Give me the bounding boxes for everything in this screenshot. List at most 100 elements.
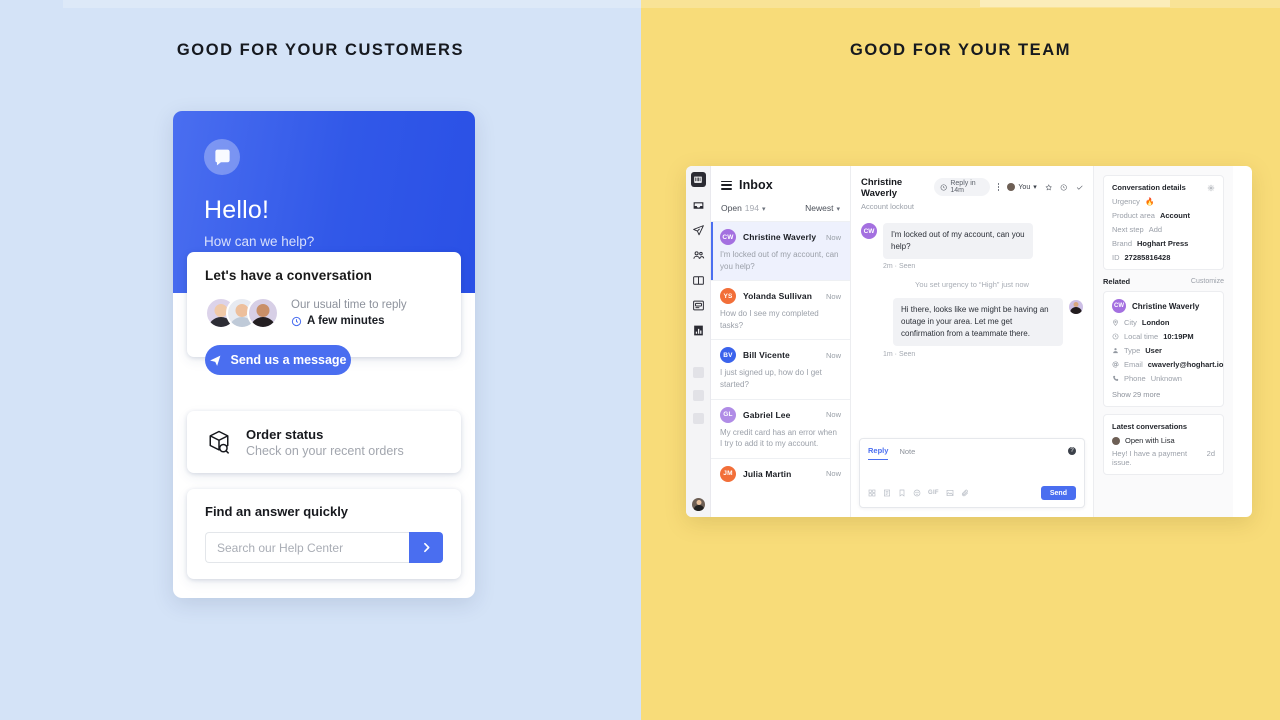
current-user-avatar[interactable] [692,498,705,511]
related-person[interactable]: CW Christine Waverly [1112,299,1215,313]
attribute-row[interactable]: Type User [1112,346,1215,355]
attribute-row[interactable]: Local time 10:19PM [1112,332,1215,341]
inbox-title: Inbox [739,178,773,192]
reply-composer: Reply Note ? GIF Send [859,438,1085,508]
list-item-header: CW Christine Waverly Now [720,229,841,245]
message-meta: 1m · Seen [883,351,916,358]
message-thread: CW I'm locked out of my account, can you… [851,219,1093,432]
image-icon[interactable] [946,489,954,497]
assignee-dropdown[interactable]: You ▾ [1007,183,1037,191]
attribute-key: Phone [1124,374,1146,383]
list-item[interactable]: YS Yolanda Sullivan Now How do I see my … [711,280,850,339]
tab-reply[interactable]: Reply [868,446,889,460]
latest-conversations-card: Latest conversations Open with Lisa Hey!… [1103,414,1224,475]
list-item[interactable]: JM Julia Martin Now [711,457,850,490]
detail-key: Brand [1112,239,1133,248]
list-item-header: GL Gabriel Lee Now [720,406,841,423]
package-search-icon [209,430,230,454]
list-item-time: Now [825,350,841,360]
article-icon[interactable] [883,489,891,497]
open-filter-label: Open [721,203,742,213]
detail-row[interactable]: ID 27285816428 [1112,253,1215,262]
rail-placeholder [692,390,704,401]
attribute-row[interactable]: Phone Unknown [1112,374,1215,383]
list-item[interactable]: GL Gabriel Lee Now My credit card has an… [711,398,850,458]
search-input[interactable] [205,532,409,563]
sla-badge: Reply in 14m [934,178,990,196]
inbox-icon[interactable] [692,199,705,212]
latest-conversation-title: Open with Lisa [1125,436,1175,445]
detail-key: Next step [1112,225,1144,234]
tab-note[interactable]: Note [899,447,915,460]
related-section: Related Customize CW Christine Waverly C… [1103,277,1224,407]
paper-plane-icon[interactable] [692,224,705,237]
send-button[interactable]: Send [1040,486,1076,500]
conversation-header: Christine Waverly Account lockout Reply … [851,166,1093,219]
sort-dropdown[interactable]: Newest ▾ [805,203,840,213]
book-icon[interactable] [692,274,705,287]
list-item-preview: How do I see my completed tasks? [720,309,819,330]
list-item-preview: My credit card has an error when I try t… [720,427,837,449]
conversation-list-panel: Inbox Open 194 ▾ Newest ▾ CW Christine Wave… [711,166,851,517]
people-icon[interactable] [692,249,705,262]
related-person-name: Christine Waverly [1132,301,1200,311]
order-status-card[interactable]: Order status Check on your recent orders [187,407,461,473]
detail-row[interactable]: Product area Account [1112,211,1215,220]
avatar: CW [861,223,877,239]
avatar [247,297,279,329]
avatar [1069,300,1083,314]
gif-icon[interactable]: GIF [928,490,939,496]
conversation-customer-name: Christine Waverly [861,177,903,199]
list-item[interactable]: CW Christine Waverly Now I'm locked out … [711,221,850,281]
order-status-subtitle: Check on your recent orders [246,443,404,458]
latest-conversation-item[interactable]: Open with Lisa [1112,436,1215,445]
attribute-value: Unknown [1150,374,1182,383]
snooze-clock-icon[interactable] [1060,183,1067,192]
attribute-value: London [1141,318,1170,327]
list-item-preview: I'm locked out of my account, can you he… [720,250,839,271]
message-bubble: Hi there, looks like we might be having … [893,298,1063,346]
app-logo-icon[interactable] [690,172,706,187]
attachment-icon[interactable] [961,489,969,497]
hamburger-icon[interactable] [721,180,732,190]
list-item-preview: I just signed up, how do I get started? [720,368,822,389]
detail-row[interactable]: Urgency 🔥 [1112,197,1215,206]
attribute-key: Type [1124,346,1141,355]
emoji-icon[interactable] [913,489,921,497]
attribute-value: 10:19PM [1163,332,1194,341]
composer-toolbar: GIF Send [860,486,1084,507]
detail-row[interactable]: Next step Add [1112,225,1215,234]
send-us-a-message-button[interactable]: Send us a message [205,345,351,375]
messenger-widget: Hello! How can we help? Let's have a con… [173,111,475,598]
shortcut-icon[interactable] [868,489,876,497]
list-item-time: Now [825,410,841,420]
search-submit-button[interactable] [409,532,443,563]
avatar: JM [720,465,736,482]
list-item[interactable]: BV Bill Vicente Now I just signed up, ho… [711,339,850,398]
avatar: CW [720,229,736,245]
check-icon[interactable] [1076,183,1083,192]
send-us-a-message-label: Send us a message [230,353,347,367]
reports-icon[interactable] [692,324,705,337]
avatar: GL [720,406,736,423]
customize-link[interactable]: Customize [1191,278,1224,285]
latest-conversation-time: 2d [1206,449,1215,458]
detail-key: Urgency [1112,197,1140,206]
detail-row[interactable]: Brand Hoghart Press [1112,239,1215,248]
open-filter-dropdown[interactable]: Open 194 ▾ [721,203,766,213]
attribute-row[interactable]: City London [1112,318,1215,327]
star-icon[interactable] [1045,183,1052,192]
conversation-toolbar: Reply in 14m You ▾ [934,177,1083,196]
attribute-row[interactable]: Email cwaverly@hoghart.io [1112,360,1223,369]
question-mark-icon[interactable]: ? [1068,447,1076,455]
message-bubble: I'm locked out of my account, can you he… [883,223,1033,259]
saved-reply-icon[interactable] [898,489,906,497]
composer-textarea[interactable] [860,460,1084,486]
gear-icon[interactable] [1207,184,1215,192]
start-conversation-card: Let's have a conversation Our usual time… [187,248,461,375]
more-vertical-icon[interactable] [997,182,1000,192]
related-person-card: CW Christine Waverly City London Local t… [1103,291,1224,407]
show-more-link[interactable]: Show 29 more [1112,390,1215,399]
messenger-icon[interactable] [692,299,705,312]
left-section-heading: GOOD FOR YOUR CUSTOMERS [176,41,465,59]
